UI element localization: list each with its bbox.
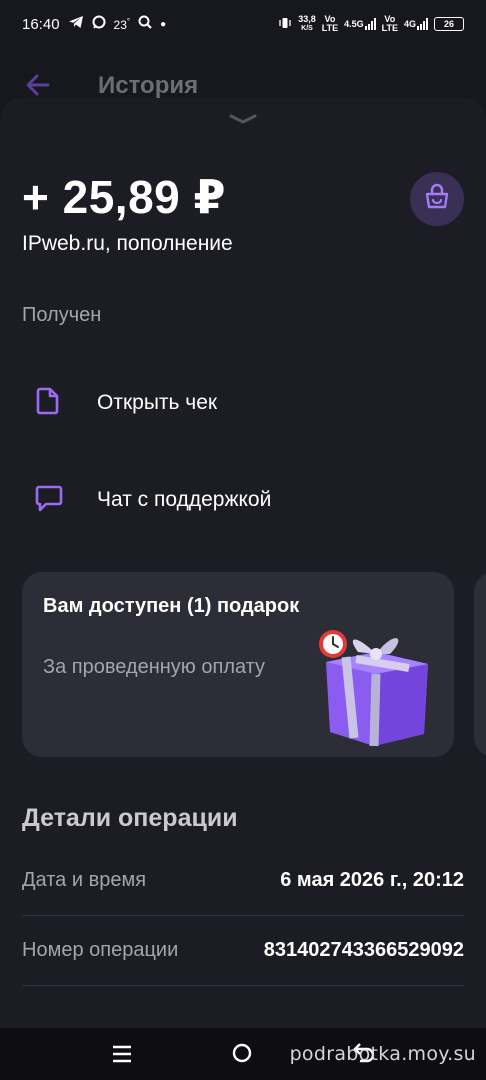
chat-bubble-icon bbox=[92, 15, 106, 33]
system-navigation-bar: podrabotka.moy.su bbox=[0, 1028, 486, 1080]
gift-card[interactable]: Вам доступен (1) подарок За проведенную … bbox=[22, 572, 454, 757]
status-time: 16:40 bbox=[22, 15, 60, 33]
chat-icon bbox=[34, 483, 64, 518]
transaction-amount: + 25,89 ₽ bbox=[22, 171, 227, 223]
gift-box-icon bbox=[316, 624, 436, 754]
open-receipt-label: Открыть чек bbox=[97, 391, 218, 414]
signal-1: 4.5G bbox=[344, 18, 376, 30]
search-icon bbox=[138, 15, 152, 33]
support-chat-label: Чат с поддержкой bbox=[97, 488, 272, 511]
support-chat-button[interactable]: Чат с поддержкой bbox=[0, 465, 486, 535]
temperature: 23° bbox=[113, 16, 131, 32]
network-speed: 33,8 K/S bbox=[298, 14, 316, 33]
recent-apps-icon[interactable] bbox=[112, 1044, 132, 1069]
battery-indicator: 26 bbox=[434, 17, 464, 31]
vibrate-icon bbox=[278, 16, 292, 32]
document-icon bbox=[34, 386, 62, 421]
chevron-down-icon[interactable] bbox=[228, 112, 258, 130]
telegram-icon bbox=[68, 15, 84, 33]
detail-label: Дата и время bbox=[22, 869, 147, 891]
page-title: История bbox=[98, 72, 199, 99]
back-arrow-icon[interactable] bbox=[26, 74, 50, 101]
detail-value[interactable]: 831402743366529092 bbox=[264, 939, 464, 962]
detail-row-datetime: Дата и время 6 мая 2026 г., 20:12 bbox=[22, 846, 464, 916]
merchant-button[interactable] bbox=[410, 172, 464, 226]
volte-1: Vo LTE bbox=[321, 14, 339, 33]
status-bar: 16:40 23° ● 33,8 K/S Vo LTE 4.5G Vo LTE 4G … bbox=[0, 0, 486, 48]
next-promo-card[interactable] bbox=[474, 572, 486, 757]
gift-title: Вам доступен (1) подарок bbox=[43, 595, 300, 617]
gift-subtitle: За проведенную оплату bbox=[43, 656, 266, 678]
detail-row-operation-number: Номер операции 831402743366529092 bbox=[22, 916, 464, 986]
shopping-bag-icon bbox=[423, 183, 451, 216]
open-receipt-button[interactable]: Открыть чек bbox=[0, 368, 486, 438]
merchant-name: IPweb.ru, пополнение bbox=[22, 232, 233, 255]
watermark: podrabotka.moy.su bbox=[289, 1043, 476, 1065]
volte-2: Vo LTE bbox=[381, 14, 398, 33]
signal-2: 4G bbox=[404, 18, 428, 30]
transaction-status: Получен bbox=[22, 304, 102, 326]
detail-value: 6 мая 2026 г., 20:12 bbox=[280, 869, 464, 891]
detail-label: Номер операции bbox=[22, 939, 179, 961]
transaction-sheet: + 25,89 ₽ IPweb.ru, пополнение Получен О… bbox=[0, 98, 486, 1028]
dot-icon: ● bbox=[160, 18, 167, 30]
home-icon[interactable] bbox=[231, 1042, 253, 1069]
details-heading: Детали операции bbox=[22, 804, 238, 832]
